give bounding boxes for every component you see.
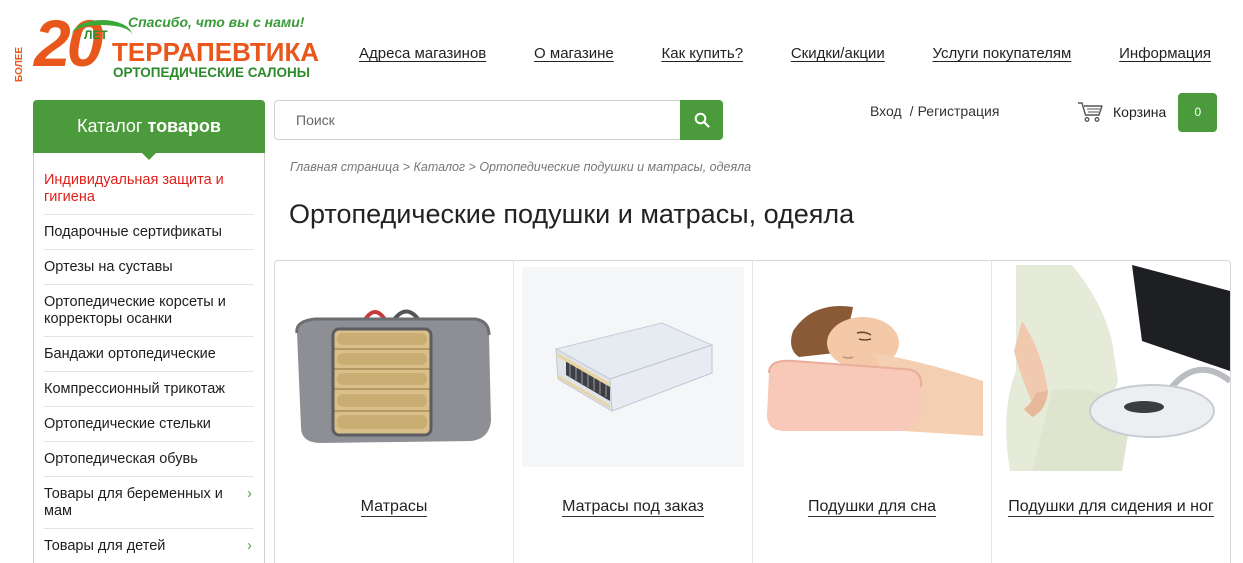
catalog-item-maternity[interactable]: Товары для беременных и мам › [44,477,254,529]
account-links: Вход / Регистрация [870,103,999,119]
catalog-item-bandages[interactable]: Бандажи ортопедические [44,337,254,372]
catalog-title-normal: Каталог [77,116,143,136]
category-name-text[interactable]: Подушки для сидения и ног [1008,498,1214,517]
logo-let-text: ЛЕТ [84,28,108,42]
category-name-text[interactable]: Подушки для сна [807,498,937,517]
nav-information[interactable]: Информация [1119,45,1211,62]
catalog-sidebar: Каталог товаров Индивидуальная защита и … [33,100,265,563]
nav-about-store[interactable]: О магазине [534,45,614,62]
catalog-item-gift-certificates[interactable]: Подарочные сертификаты [44,215,254,250]
seat-cushion-image[interactable] [992,261,1230,481]
login-link[interactable]: Вход [870,103,902,119]
catalog-item-label: Ортезы на суставы [44,259,173,275]
breadcrumb[interactable]: Главная страница > Каталог > Ортопедичес… [290,160,751,174]
logo-brand-name: ТЕРРАПЕВТИКА [112,37,320,67]
category-card-seat-leg-pillows[interactable]: Подушки для сидения и ног [992,261,1230,563]
catalog-item-footwear[interactable]: Ортопедическая обувь [44,442,254,477]
cart-label[interactable]: Корзина [1113,104,1166,120]
nav-how-to-buy[interactable]: Как купить? [662,45,744,62]
cart-icon [1078,102,1103,122]
nav-store-addresses[interactable]: Адреса магазинов [359,45,486,62]
catalog-item-label: Товары для детей [44,538,166,554]
catalog-item-corsets[interactable]: Ортопедические корсеты и корректоры осан… [44,285,254,337]
catalog-header: Каталог товаров [33,100,265,160]
catalog-item-label: Ортопедические стельки [44,416,211,432]
top-navigation: Адреса магазинов О магазине Как купить? … [359,45,1211,62]
category-name[interactable]: Подушки для сна [753,498,991,517]
catalog-list: Индивидуальная защита и гигиена Подарочн… [34,153,264,563]
cart-widget[interactable]: Корзина 0 [1077,92,1218,132]
register-link[interactable]: Регистрация [918,103,1000,119]
mattress-layers-image[interactable] [514,261,752,481]
catalog-title-bold: товаров [147,116,221,136]
category-card-custom-mattresses[interactable]: Матрасы под заказ [514,261,753,563]
logo-subtitle: ОРТОПЕДИЧЕСКИЕ САЛОНЫ [113,65,310,80]
catalog-item-label: Товары для беременных и мам [44,486,223,519]
search-button[interactable] [680,100,723,140]
mattress-bag-image[interactable] [275,261,513,481]
category-name-text[interactable]: Матрасы [360,498,428,517]
catalog-item-insoles[interactable]: Ортопедические стельки [44,407,254,442]
catalog-item-children[interactable]: Товары для детей › [44,529,254,563]
cart-count-badge[interactable]: 0 [1178,92,1218,132]
chevron-right-icon[interactable]: › [247,537,252,554]
catalog-item-label: Ортопедические корсеты и корректоры осан… [44,294,226,327]
search-bar [274,100,723,140]
nav-customer-services[interactable]: Услуги покупателям [933,45,1072,62]
page-title: Ортопедические подушки и матрасы, одеяла [289,199,855,229]
logo-bolee-text: БОЛЕЕ [14,46,25,82]
account-separator: / [909,103,914,119]
category-card-sleep-pillows[interactable]: Подушки для сна [753,261,992,563]
category-name[interactable]: Матрасы под заказ [514,498,752,517]
chevron-right-icon[interactable]: › [247,485,252,502]
category-name[interactable]: Матрасы [275,498,513,517]
catalog-item-label: Ортопедическая обувь [44,451,198,467]
search-input[interactable] [274,100,680,140]
sleep-pillow-image[interactable] [753,261,991,481]
catalog-item-protection-hygiene[interactable]: Индивидуальная защита и гигиена [44,153,254,215]
category-card-mattresses[interactable]: Матрасы [275,261,514,563]
category-name[interactable]: Подушки для сидения и ног [992,498,1230,517]
catalog-item-compression[interactable]: Компрессионный трикотаж [44,372,254,407]
site-logo[interactable]: 20 БОЛЕЕ ЛЕТ Спасибо, что вы с нами! ТЕР… [12,8,319,84]
catalog-item-label: Бандажи ортопедические [44,346,216,362]
search-icon [694,112,710,128]
catalog-item-label: Индивидуальная защита и гигиена [44,172,224,205]
logo-slogan: Спасибо, что вы с нами! [128,14,305,30]
catalog-item-label: Компрессионный трикотаж [44,381,225,397]
category-name-text[interactable]: Матрасы под заказ [562,498,704,517]
catalog-item-joint-orthoses[interactable]: Ортезы на суставы [44,250,254,285]
category-grid: Матрасы Матрасы под заказ Подушки для сн… [274,260,1231,563]
nav-discounts[interactable]: Скидки/акции [791,45,885,62]
catalog-item-label: Подарочные сертификаты [44,224,222,240]
